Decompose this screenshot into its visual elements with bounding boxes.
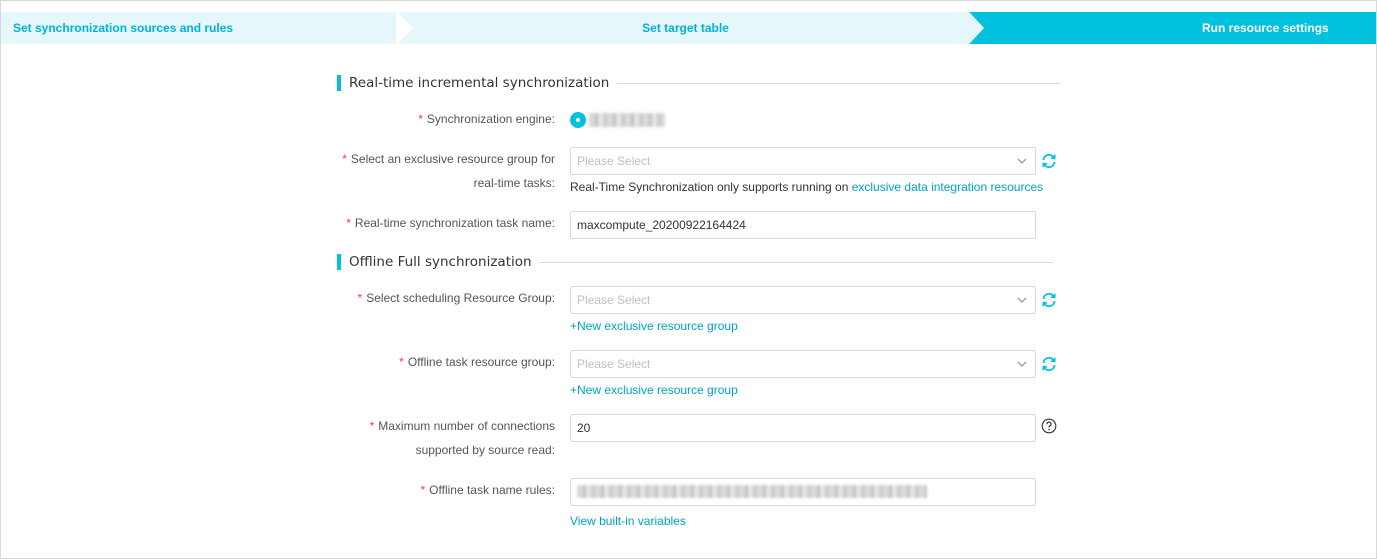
exclusive-resources-link[interactable]: exclusive data integration resources [852,180,1043,194]
section-marker [337,75,341,91]
realtime-note: Real-Time Synchronization only supports … [570,180,1044,194]
rt-resource-group-label-1: * Select an exclusive resource group for [342,152,555,166]
max-connections-label-2: supported by source read: [415,443,555,457]
rt-task-name-label: * Real-time synchronization task name: [346,216,555,230]
scheduling-group-select[interactable]: Please Select [570,286,1036,314]
scheduling-group-label: * Select scheduling Resource Group: [357,291,555,305]
step-sources-rules[interactable]: Set synchronization sources and rules [1,12,396,44]
chevron-down-icon [1017,297,1027,303]
required-mark: * [399,355,404,369]
section-divider [539,261,1053,263]
select-placeholder: Please Select [577,154,651,168]
engine-label: * Synchronization engine: [418,112,555,126]
refresh-icon[interactable] [1040,355,1058,373]
engine-value-redacted [589,113,665,127]
name-rules-value-redacted [577,485,927,498]
section-marker [337,254,341,270]
offline-task-group-select[interactable]: Please Select [570,350,1036,378]
step-label: Set synchronization sources and rules [13,21,234,35]
new-resource-group-link[interactable]: +New exclusive resource group [570,319,738,333]
max-connections-input[interactable]: 20 [570,414,1036,442]
section-title: Real-time incremental synchronization [349,75,610,91]
section-divider [617,82,1061,84]
rt-resource-group-label-2: real-time tasks: [473,176,555,190]
name-rules-label: * Offline task name rules: [420,483,555,497]
offline-task-group-label: * Offline task resource group: [399,355,555,369]
wizard-steps: Set synchronization sources and rules Se… [1,12,1376,44]
chevron-down-icon [1017,158,1027,164]
select-placeholder: Please Select [577,357,651,371]
rt-resource-group-select[interactable]: Please Select [570,147,1036,175]
input-value: 20 [577,421,591,435]
section-realtime: Real-time incremental synchronization [337,75,1061,91]
select-placeholder: Please Select [577,293,651,307]
section-title: Offline Full synchronization [349,254,532,270]
input-value: maxcompute_20200922164424 [577,218,746,232]
refresh-icon[interactable] [1040,291,1058,309]
view-built-in-variables-link[interactable]: View built-in variables [570,514,686,528]
help-icon[interactable] [1041,418,1057,434]
section-offline: Offline Full synchronization [337,254,1053,270]
new-resource-group-link[interactable]: +New exclusive resource group [570,383,738,397]
rt-task-name-input[interactable]: maxcompute_20200922164424 [570,211,1036,239]
step-target-table[interactable]: Set target table [398,12,983,44]
step-label: Set target table [642,21,729,35]
required-mark: * [369,419,375,433]
max-connections-label-1: * Maximum number of connections [369,419,555,433]
required-mark: * [346,216,351,230]
step-run-resource-settings[interactable]: Run resource settings [969,12,1376,44]
required-mark: * [418,112,423,126]
required-mark: * [342,152,347,166]
refresh-icon[interactable] [1040,152,1058,170]
required-mark: * [420,483,426,497]
engine-radio[interactable] [570,112,586,128]
step-label: Run resource settings [1202,21,1329,35]
chevron-down-icon [1017,361,1027,367]
required-mark: * [357,291,363,305]
